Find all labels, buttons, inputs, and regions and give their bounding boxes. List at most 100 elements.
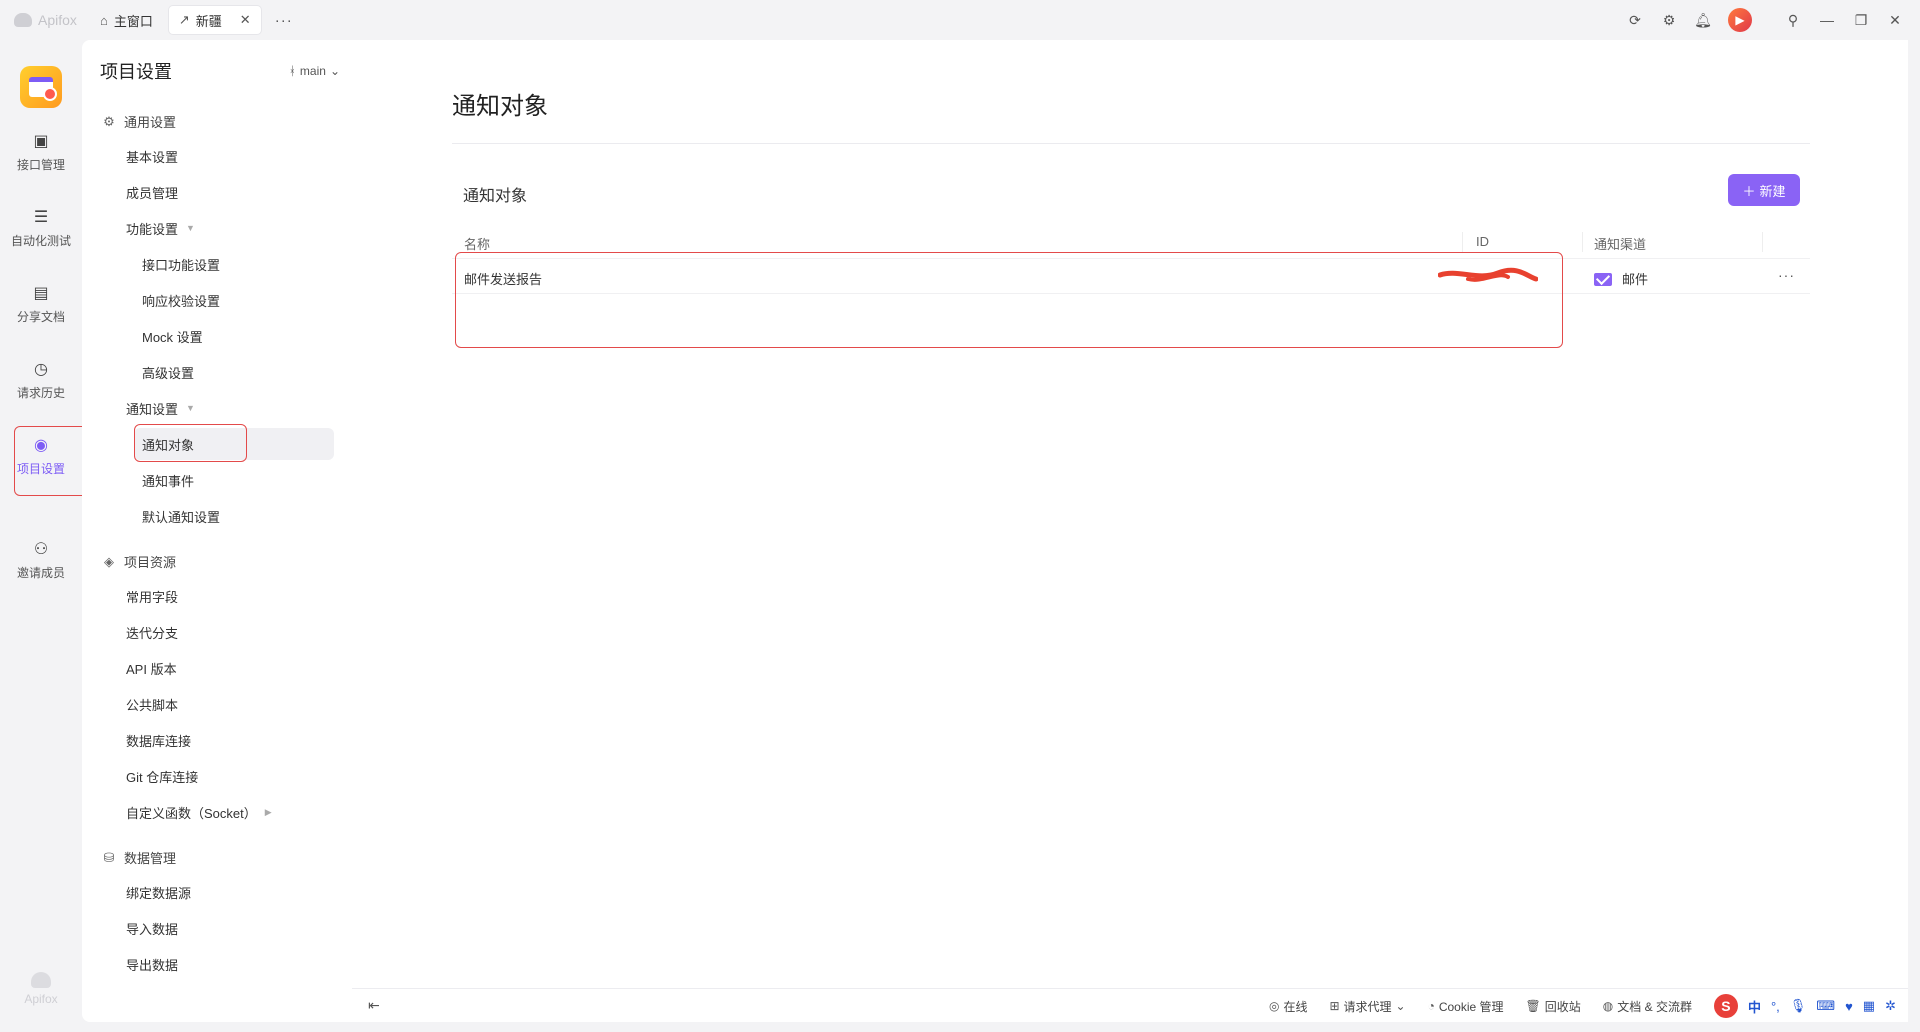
status-bar-actions: ◎ 在线 ⊞ 请求代理 ⌄ ◔ Cookie 管理 🗑︎ 回收站 ◍ 文档 & 交流群 S … <box>1269 989 1896 1023</box>
group-resources: ◈ 项目资源 <box>102 552 176 571</box>
automation-icon: ☰ <box>33 209 49 226</box>
branch-icon: ᚼ <box>288 64 296 78</box>
menu-item-git[interactable]: Git 仓库连接 <box>126 760 198 792</box>
menu-item-scripts[interactable]: 公共脚本 <box>126 688 178 720</box>
menu-item-label: 绑定数据源 <box>126 885 192 901</box>
rail-footer-brand: Apifox <box>0 972 82 1006</box>
calendar-icon <box>29 77 57 101</box>
rail-item-api[interactable]: ▣ 接口管理 <box>0 132 82 173</box>
microphone-icon: 🎙︎ <box>1789 998 1807 1013</box>
row-more-button[interactable]: ··· <box>1778 267 1795 283</box>
sidebar-header: 项目设置 ᚼ main ⌄ <box>100 58 340 84</box>
group-data: ⛁ 数据管理 <box>102 848 176 867</box>
rail-item-settings[interactable]: ◉ 项目设置 <box>0 436 82 477</box>
pin-icon[interactable]: ⚲ <box>1784 11 1802 29</box>
new-button[interactable]: ＋ 新建 <box>1728 174 1800 206</box>
menu-item-label: 导入数据 <box>126 921 179 937</box>
menu-item-bind-source[interactable]: 绑定数据源 <box>126 876 191 908</box>
menu-item-notify-events[interactable]: 通知事件 <box>142 464 194 496</box>
status-label: Cookie 管理 <box>1438 999 1504 1014</box>
channel-label: 邮件 <box>1622 272 1649 287</box>
keyboard-icon: ⌨ <box>1816 998 1836 1013</box>
menu-item-label: 接口功能设置 <box>142 257 221 273</box>
menu-item-basic[interactable]: 基本设置 <box>126 140 178 172</box>
link-icon: ↗ <box>178 12 190 27</box>
left-rail: ▣ 接口管理 ☰ 自动化测试 ▤ 分享文档 ◷ 请求历史 ◉ 项目设置 ⚇ 邀请… <box>0 40 82 1032</box>
avatar[interactable]: ▶ <box>1728 8 1752 32</box>
column-header-id: ID <box>1476 234 1489 249</box>
rail-footer-label: Apifox <box>24 992 58 1006</box>
menu-item-api-features[interactable]: 接口功能设置 <box>142 248 220 280</box>
tab-main-window[interactable]: ⌂ 主窗口 <box>90 6 163 34</box>
apifox-logo-icon <box>31 972 51 988</box>
menu-item-notify-targets[interactable]: 通知对象 <box>134 428 334 460</box>
close-icon[interactable]: ✕ <box>240 12 251 28</box>
menu-item-import[interactable]: 导入数据 <box>126 912 178 944</box>
menu-item-notify[interactable]: 通知设置 ▼ <box>126 392 195 424</box>
close-window-icon[interactable]: ✕ <box>1886 11 1904 29</box>
project-logo[interactable] <box>20 66 62 108</box>
online-status[interactable]: ◎ 在线 <box>1269 998 1308 1015</box>
gear-icon[interactable]: ⚙ <box>1660 11 1678 29</box>
chevron-down-icon: ⌄ <box>1395 999 1406 1013</box>
menu-item-label: 成员管理 <box>126 185 179 201</box>
collapse-sidebar-icon[interactable]: ⇤ <box>368 997 380 1014</box>
menu-item-label: 功能设置 <box>126 221 179 237</box>
window-edge <box>82 1022 1920 1032</box>
menu-item-export[interactable]: 导出数据 <box>126 948 178 980</box>
mail-icon <box>1594 273 1612 286</box>
tab-label: 主窗口 <box>113 13 153 29</box>
caret-down-icon: ▼ <box>186 223 195 233</box>
menu-item-label: 导出数据 <box>126 957 179 973</box>
menu-item-label: 默认通知设置 <box>142 509 221 525</box>
docs-community[interactable]: ◍ 文档 & 交流群 <box>1603 998 1692 1015</box>
punctuation-icon: °, <box>1770 998 1780 1014</box>
titlebar-actions: ⟳ ⚙ 🔔︎ ▶ ⚲ — ❐ ✕ <box>1626 0 1920 40</box>
branch-label: main <box>299 64 326 78</box>
refresh-icon[interactable]: ⟳ <box>1626 11 1644 29</box>
brand-label: Apifox <box>38 12 77 28</box>
grid-icon: ▦ <box>1862 998 1876 1013</box>
menu-item-mock[interactable]: Mock 设置 <box>142 320 203 352</box>
menu-item-members[interactable]: 成员管理 <box>126 176 178 208</box>
menu-item-response-validation[interactable]: 响应校验设置 <box>142 284 220 316</box>
menu-item-db[interactable]: 数据库连接 <box>126 724 191 756</box>
menu-item-label: 基本设置 <box>126 149 179 165</box>
redacted-id-scribble <box>1438 267 1538 282</box>
branch-selector[interactable]: ᚼ main ⌄ <box>289 64 340 78</box>
clock-icon: ◷ <box>34 361 48 378</box>
rail-item-history[interactable]: ◷ 请求历史 <box>0 360 82 401</box>
recycle-bin[interactable]: 🗑︎ 回收站 <box>1526 998 1581 1015</box>
group-label: 项目资源 <box>124 555 177 570</box>
restore-icon[interactable]: ❐ <box>1852 11 1870 29</box>
rail-item-label: 项目设置 <box>16 462 65 476</box>
menu-item-fields[interactable]: 常用字段 <box>126 580 178 612</box>
table-row[interactable]: 邮件发送报告 邮件 ··· <box>452 258 1810 294</box>
ime-mode: 中 <box>1747 999 1761 1015</box>
book-icon: ▤ <box>33 285 49 302</box>
menu-item-iteration[interactable]: 迭代分支 <box>126 616 178 648</box>
menu-item-functions[interactable]: 自定义函数（Socket） ▶ <box>126 796 272 828</box>
minimize-icon[interactable]: — <box>1818 11 1836 29</box>
menu-item-api-version[interactable]: API 版本 <box>126 652 177 684</box>
rail-item-invite[interactable]: ⚇ 邀请成员 <box>0 540 82 581</box>
menu-item-notify-default[interactable]: 默认通知设置 <box>142 500 220 532</box>
gear-icon: ⚙ <box>103 113 115 129</box>
settings-icon: ✲ <box>1885 998 1896 1013</box>
menu-item-features[interactable]: 功能设置 ▼ <box>126 212 195 244</box>
proxy-dropdown[interactable]: ⊞ 请求代理 ⌄ <box>1329 998 1405 1015</box>
rail-item-docs[interactable]: ▤ 分享文档 <box>0 284 82 325</box>
tab-project[interactable]: ↗ 新疆 ✕ <box>168 6 261 34</box>
cookie-icon: ◔ <box>1427 999 1435 1013</box>
cookie-manager[interactable]: ◔ Cookie 管理 <box>1428 998 1504 1015</box>
more-tabs-button[interactable]: ··· <box>275 12 293 29</box>
settings-circle-icon: ◉ <box>34 437 48 454</box>
menu-item-advanced[interactable]: 高级设置 <box>142 356 194 388</box>
ime-toolbar[interactable]: S 中 °, 🎙︎ ⌨ ♥ ▦ ✲ <box>1713 994 1896 1018</box>
column-header-channel: 通知渠道 <box>1594 237 1647 252</box>
bell-icon[interactable]: 🔔︎ <box>1694 11 1712 29</box>
network-icon: ⊞ <box>1329 999 1340 1013</box>
rail-item-automation[interactable]: ☰ 自动化测试 <box>0 208 82 249</box>
rail-item-label: 邀请成员 <box>16 566 65 580</box>
column-separator <box>1762 232 1763 252</box>
